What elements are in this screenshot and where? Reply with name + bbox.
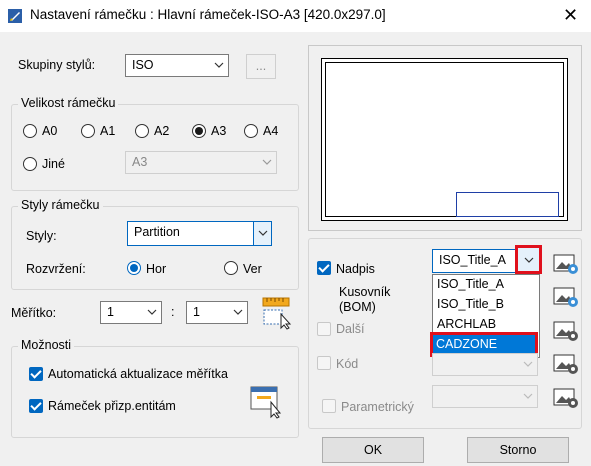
image-picker-icon[interactable]: [553, 353, 579, 375]
chevron-down-icon: [258, 230, 268, 236]
chevron-down-icon: [233, 309, 243, 315]
title-block-checkbox[interactable]: [317, 261, 331, 275]
close-icon[interactable]: ✕: [563, 5, 578, 25]
frame-styles-group: [11, 206, 299, 290]
chevron-down-icon: [214, 62, 224, 68]
frame-style-value: Partition: [134, 225, 180, 239]
image-picker-icon[interactable]: [553, 286, 579, 308]
chevron-down-icon: [523, 361, 533, 367]
radio-vertical-label: Ver: [243, 262, 262, 276]
dropdown-item[interactable]: ISO_Title_A: [433, 275, 539, 295]
scale-separator: :: [171, 305, 175, 319]
title-block-select[interactable]: ISO_Title_A: [432, 249, 517, 273]
other-checkbox[interactable]: [317, 322, 331, 336]
preview-panel: [308, 45, 582, 231]
frame-style-dropdown-button[interactable]: [253, 222, 271, 245]
title-block-label: Nadpis: [336, 262, 375, 276]
radio-a3[interactable]: [192, 124, 206, 138]
radio-horizontal[interactable]: [127, 261, 141, 275]
frame-size-group: [11, 104, 299, 191]
frame-size-legend: Velikost rámečku: [18, 96, 119, 110]
image-picker-icon[interactable]: [553, 253, 579, 275]
chevron-down-icon: [523, 393, 533, 399]
bom-label: Kusovník (BOM): [339, 285, 391, 314]
radio-a4-label: A4: [263, 124, 279, 138]
image-picker-icon[interactable]: [553, 387, 579, 409]
radio-other[interactable]: [23, 157, 37, 171]
radio-a2-label: A2: [154, 124, 170, 138]
fit-entities-label: Rámeček přizp.entitám: [48, 399, 176, 413]
parametric-label: Parametrický: [341, 400, 414, 414]
cancel-button[interactable]: Storno: [467, 437, 569, 463]
parametric-checkbox[interactable]: [322, 399, 336, 413]
radio-vertical[interactable]: [224, 261, 238, 275]
scale-label: Měřítko:: [11, 306, 57, 320]
radio-other-label: Jiné: [42, 157, 65, 171]
other-label: Další: [336, 322, 365, 336]
chevron-down-icon: [147, 309, 157, 315]
fit-entities-checkbox[interactable]: [29, 399, 43, 413]
chevron-down-icon: [524, 257, 534, 263]
code-label: Kód: [336, 357, 359, 371]
scale-left-value: 1: [107, 305, 114, 319]
radio-a0-label: A0: [42, 124, 58, 138]
style-groups-label: Skupiny stylů:: [18, 58, 96, 72]
auto-update-label: Automatická aktualizace měřítka: [48, 367, 228, 381]
app-icon: [8, 9, 22, 23]
other-size-select[interactable]: A3: [125, 151, 277, 174]
title-block-value: ISO_Title_A: [439, 253, 506, 267]
radio-a1-label: A1: [100, 124, 116, 138]
scale-right-select[interactable]: 1: [186, 301, 248, 324]
scale-left-select[interactable]: 1: [100, 301, 162, 324]
layout-label: Rozvržení:: [26, 262, 86, 276]
radio-a3-label: A3: [211, 124, 227, 138]
radio-a4[interactable]: [244, 124, 258, 138]
browse-style-groups-button[interactable]: ...: [246, 54, 276, 79]
title-block-dropdown-button[interactable]: [515, 245, 542, 274]
radio-horizontal-label: Hor: [146, 262, 167, 276]
scale-right-value: 1: [193, 305, 200, 319]
options-legend: Možnosti: [18, 338, 75, 352]
dropdown-item[interactable]: ISO_Title_B: [433, 295, 539, 315]
code-select[interactable]: [432, 353, 538, 376]
code-checkbox[interactable]: [317, 356, 331, 370]
radio-a2[interactable]: [135, 124, 149, 138]
auto-update-checkbox[interactable]: [29, 367, 43, 381]
parametric-select[interactable]: [432, 385, 538, 408]
image-picker-icon[interactable]: [553, 320, 579, 342]
window-title: Nastavení rámečku : Hlavní rámeček-ISO-A…: [30, 7, 386, 22]
styles-label: Styly:: [26, 229, 57, 243]
style-groups-select[interactable]: ISO: [125, 54, 229, 77]
frame-styles-legend: Styly rámečku: [18, 198, 103, 212]
radio-a1[interactable]: [81, 124, 95, 138]
fit-frame-icon[interactable]: [249, 384, 285, 420]
frame-style-select[interactable]: Partition: [127, 221, 272, 246]
ok-button[interactable]: OK: [322, 437, 424, 463]
other-size-value: A3: [132, 155, 148, 169]
chevron-down-icon: [262, 159, 272, 165]
style-groups-value: ISO: [132, 58, 154, 72]
scale-pick-icon[interactable]: [261, 296, 295, 330]
preview-title-block: [456, 192, 559, 217]
radio-a0[interactable]: [23, 124, 37, 138]
